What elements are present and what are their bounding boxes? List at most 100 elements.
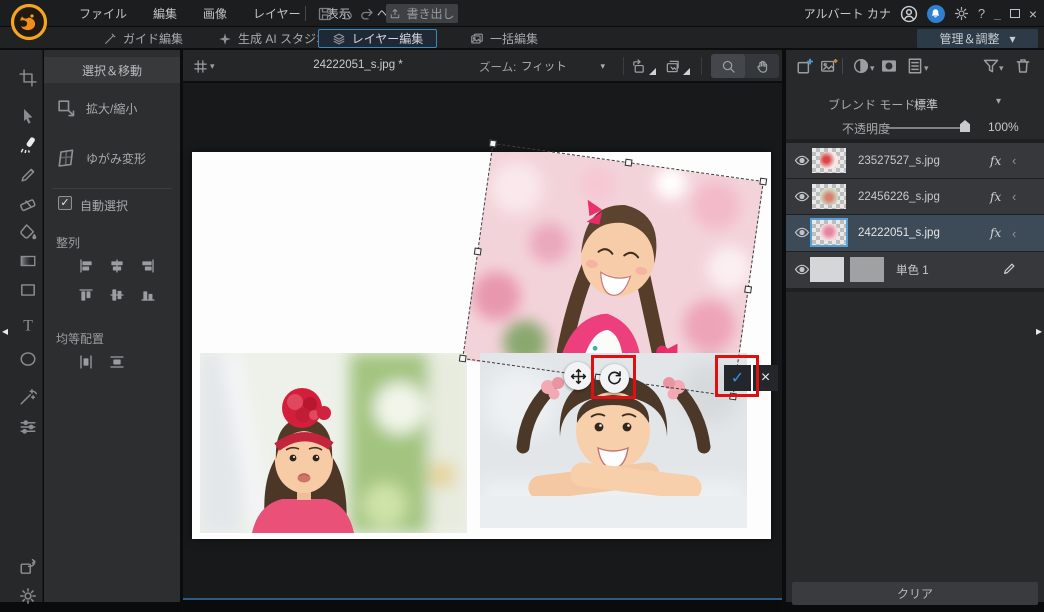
distort-button[interactable]: ゆがみ変形 xyxy=(56,142,174,174)
layer-row-3-selected[interactable]: 24222051_s.jpg fx ‹ xyxy=(786,215,1044,251)
crop-tool-icon[interactable] xyxy=(19,69,37,87)
clear-button[interactable]: クリア xyxy=(792,582,1038,605)
manage-adjust-button[interactable]: 管理＆調整 ▾ xyxy=(917,29,1038,48)
layer-row-2[interactable]: 22456226_s.jpg fx ‹ xyxy=(786,179,1044,214)
user-name: アルバート カナ xyxy=(804,5,891,22)
tab-layer-edit[interactable]: レイヤー編集 xyxy=(318,29,437,48)
text-tool-icon[interactable]: T xyxy=(19,316,37,334)
cancel-button[interactable]: × xyxy=(753,365,778,391)
scale-button[interactable]: 拡大/縮小 xyxy=(56,92,174,124)
undo-icon[interactable] xyxy=(338,6,354,22)
rotate-handle-button[interactable] xyxy=(600,364,629,393)
collapse-row-icon[interactable]: ‹ xyxy=(1012,153,1016,168)
pen-tool-icon[interactable] xyxy=(19,166,37,184)
select-move-tool-icon[interactable] xyxy=(19,136,37,154)
rotate-canvas-icon xyxy=(631,59,646,74)
pan-tool-button[interactable] xyxy=(745,54,779,78)
fx-badge[interactable]: fx xyxy=(990,226,1001,240)
canvas-viewport[interactable]: ✓ × xyxy=(183,83,782,598)
menu-file[interactable]: ファイル xyxy=(70,1,136,26)
add-image-layer-icon[interactable] xyxy=(820,57,838,75)
batch-edit-icon xyxy=(470,32,484,46)
chevron-down-icon[interactable]: ▾ xyxy=(996,96,1001,107)
align-left-icon[interactable] xyxy=(76,258,96,274)
visibility-eye-icon[interactable] xyxy=(794,154,810,167)
layer-thumbnail[interactable] xyxy=(812,148,846,173)
opacity-slider[interactable] xyxy=(886,127,968,129)
align-bottom-icon[interactable] xyxy=(138,287,158,303)
zoom-select[interactable]: フィット ▾ xyxy=(515,56,611,76)
layer-list: 23527527_s.jpg fx ‹ 22456226_s.jpg fx ‹ … xyxy=(786,139,1044,292)
align-middle-v-icon[interactable] xyxy=(107,287,127,303)
redo-icon[interactable] xyxy=(359,6,375,22)
rotate-canvas-button[interactable] xyxy=(631,56,657,76)
layer-row-4[interactable]: 単色 1 xyxy=(786,252,1044,288)
align-right-icon[interactable] xyxy=(138,258,158,274)
menu-image[interactable]: 画像 xyxy=(194,1,236,26)
grid-icon xyxy=(193,59,208,74)
align-center-h-icon[interactable] xyxy=(107,258,127,274)
window-close-button[interactable]: × xyxy=(1029,6,1037,22)
solid-color-thumbnail[interactable] xyxy=(810,257,844,282)
collapse-row-icon[interactable]: ‹ xyxy=(1012,226,1016,241)
magic-wand-tool-icon[interactable] xyxy=(19,388,37,406)
move-icon xyxy=(570,368,587,385)
share-tool-icon[interactable] xyxy=(19,558,37,576)
layer-thumbnail[interactable] xyxy=(812,184,846,209)
fx-badge[interactable]: fx xyxy=(990,190,1001,204)
fill-tool-icon[interactable] xyxy=(19,223,37,241)
window-minimize-button[interactable]: _ xyxy=(994,7,1001,21)
gradient-tool-icon[interactable] xyxy=(19,252,37,270)
distribute-v-icon[interactable] xyxy=(107,354,127,370)
help-button[interactable]: ? xyxy=(978,6,985,21)
ellipse-tool-icon[interactable] xyxy=(19,350,37,368)
layer-thumbnail[interactable] xyxy=(812,220,846,245)
menu-layer[interactable]: レイヤー xyxy=(244,1,310,26)
layer-list-icon[interactable] xyxy=(906,57,924,75)
transform-canvas-button[interactable] xyxy=(665,56,691,76)
rectangle-tool-icon[interactable] xyxy=(19,281,37,299)
grid-button[interactable]: ▾ xyxy=(193,56,215,76)
move-handle-button[interactable] xyxy=(564,362,592,390)
collapse-right-panel-button[interactable]: ▸ xyxy=(1034,316,1044,346)
confirm-button[interactable]: ✓ xyxy=(724,365,751,391)
notification-bell-button[interactable] xyxy=(927,5,945,23)
trash-icon[interactable] xyxy=(1014,57,1032,75)
visibility-eye-icon[interactable] xyxy=(794,263,810,276)
align-top-icon[interactable] xyxy=(76,287,96,303)
opacity-slider-knob[interactable] xyxy=(960,120,970,132)
avatar-icon[interactable] xyxy=(900,5,918,23)
save-icon[interactable] xyxy=(317,6,333,22)
mask-icon[interactable] xyxy=(880,57,898,75)
settings-gear-icon[interactable] xyxy=(954,6,969,21)
preferences-gear-icon[interactable] xyxy=(19,587,37,605)
collapse-row-icon[interactable]: ‹ xyxy=(1012,189,1016,204)
auto-select-checkbox[interactable]: ✓ xyxy=(58,196,72,210)
collapse-left-panel-button[interactable]: ◂ xyxy=(0,316,10,346)
layer-row-1[interactable]: 23527527_s.jpg fx ‹ xyxy=(786,143,1044,178)
adjustment-tool-icon[interactable] xyxy=(19,418,37,436)
opacity-label: 不透明度 xyxy=(842,120,890,137)
photo-rose-headband-girl[interactable] xyxy=(200,353,467,533)
blend-mode-value[interactable]: 標準 xyxy=(914,96,938,113)
mask-thumbnail[interactable] xyxy=(850,257,884,282)
filter-funnel-icon[interactable] xyxy=(982,57,1000,75)
visibility-eye-icon[interactable] xyxy=(794,190,810,203)
zoom-tool-button[interactable] xyxy=(711,54,745,78)
divider xyxy=(842,58,843,74)
tab-guided-edit[interactable]: ガイド編集 xyxy=(95,29,191,48)
fx-badge[interactable]: fx xyxy=(990,154,1001,168)
hand-icon xyxy=(755,59,770,74)
menu-edit[interactable]: 編集 xyxy=(144,1,186,26)
eraser-tool-icon[interactable] xyxy=(19,195,37,213)
edit-pencil-icon[interactable] xyxy=(1002,261,1017,276)
export-button[interactable]: 書き出し xyxy=(386,4,458,23)
adjustment-layer-icon[interactable] xyxy=(852,57,870,75)
visibility-eye-icon[interactable] xyxy=(794,226,810,239)
pick-tool-icon[interactable] xyxy=(19,107,37,125)
distribute-h-icon[interactable] xyxy=(76,354,96,370)
tab-batch-edit[interactable]: 一括編集 xyxy=(462,29,546,48)
window-maximize-button[interactable] xyxy=(1010,9,1020,18)
new-layer-icon[interactable] xyxy=(796,57,814,75)
selection-handle[interactable] xyxy=(489,140,497,148)
